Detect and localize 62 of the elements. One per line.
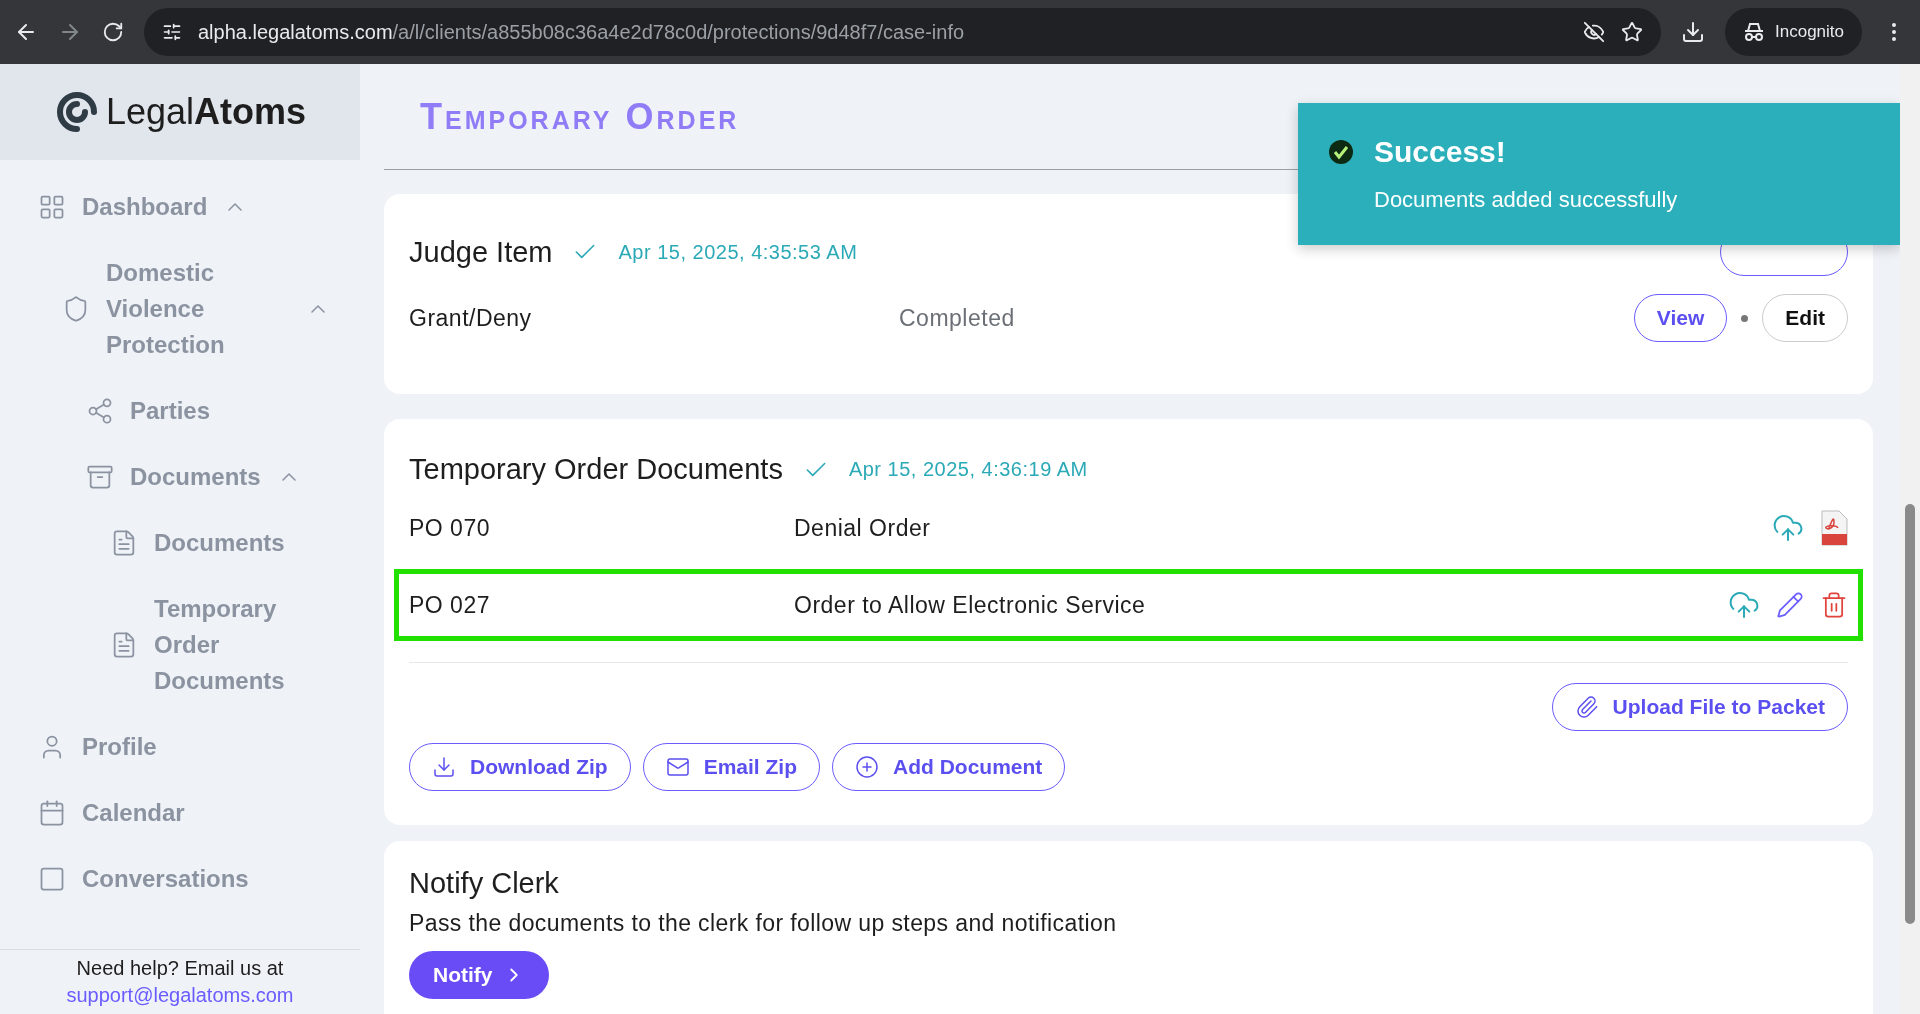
toast-title: Success! bbox=[1374, 135, 1900, 169]
cloud-upload-icon[interactable] bbox=[1772, 512, 1804, 544]
paperclip-icon bbox=[1574, 695, 1599, 719]
item-status: Completed bbox=[899, 304, 1015, 332]
reload-icon[interactable] bbox=[102, 21, 124, 43]
mail-icon bbox=[665, 755, 690, 779]
nav-icon bbox=[86, 463, 114, 491]
nav-icon bbox=[38, 865, 66, 893]
separator-dot bbox=[1741, 314, 1749, 322]
help-text: Need help? Email us at bbox=[76, 957, 284, 980]
plus-icon bbox=[855, 755, 879, 779]
pdf-file-icon bbox=[1820, 510, 1848, 546]
timestamp: Apr 15, 2025, 4:36:19 AM bbox=[848, 458, 1088, 481]
nav-icon bbox=[86, 397, 114, 425]
card-title: Temporary Order Documents bbox=[409, 453, 783, 486]
cloud-upload-icon[interactable] bbox=[1728, 589, 1760, 621]
action-button[interactable]: Download Zip bbox=[409, 743, 631, 791]
action-button[interactable]: Email Zip bbox=[642, 743, 820, 791]
sidebar-item[interactable]: Temporary Order Documents bbox=[0, 576, 360, 714]
document-title: Denial Order bbox=[794, 514, 931, 542]
card-title: Judge Item bbox=[409, 235, 553, 269]
sidebar-item[interactable]: Conversations bbox=[0, 846, 360, 912]
upload-file-button[interactable]: Upload File to Packet bbox=[1551, 683, 1848, 731]
trash-icon[interactable] bbox=[1820, 591, 1848, 619]
document-row[interactable]: PO 070 Denial Order bbox=[409, 486, 1848, 570]
incognito-button[interactable]: Incognito bbox=[1725, 8, 1862, 56]
site-settings-icon[interactable] bbox=[162, 22, 182, 42]
toast-message: Documents added successfully bbox=[1374, 187, 1679, 213]
view-button[interactable]: View bbox=[1633, 294, 1728, 342]
notify-button[interactable]: Notify bbox=[409, 951, 549, 999]
sidebar-item[interactable]: Profile bbox=[0, 714, 360, 780]
incognito-icon bbox=[1743, 21, 1765, 43]
download-icon bbox=[432, 755, 456, 779]
document-title: Order to Allow Electronic Service bbox=[794, 591, 1146, 619]
document-code: PO 027 bbox=[409, 591, 491, 619]
sidebar-item[interactable]: Calendar bbox=[0, 780, 360, 846]
check-circle-icon bbox=[1328, 139, 1354, 165]
logo-text: LegalAtoms bbox=[105, 91, 307, 133]
pencil-icon[interactable] bbox=[1776, 591, 1804, 619]
sidebar-item[interactable]: Documents bbox=[0, 444, 360, 510]
timestamp: Apr 15, 2025, 4:35:53 AM bbox=[618, 240, 858, 264]
action-button[interactable]: Add Document bbox=[832, 743, 1066, 791]
support-email-link[interactable]: support@legalatoms.com bbox=[66, 984, 294, 1007]
address-bar[interactable]: alpha.legalatoms.com/a/l/clients/a855b08c36a4e2d78c0d/protections/9d48f7/case-info bbox=[144, 8, 1661, 56]
sidebar-item[interactable]: Domestic Violence Protection bbox=[0, 240, 360, 378]
document-row[interactable]: PO 027 Order to Allow Electronic Service bbox=[399, 574, 1858, 636]
edit-button[interactable]: Edit bbox=[1762, 294, 1848, 342]
eye-off-icon[interactable] bbox=[1583, 21, 1605, 43]
download-icon[interactable] bbox=[1681, 20, 1705, 44]
item-name: Grant/Deny bbox=[409, 304, 533, 332]
document-code: PO 070 bbox=[409, 514, 491, 542]
nav-icon bbox=[38, 799, 66, 827]
url-text: alpha.legalatoms.com/a/l/clients/a855b08c36a4e2d78c0d/protections/9d48f7/case-info bbox=[198, 20, 966, 44]
nav-icon bbox=[38, 193, 66, 221]
card-description: Pass the documents to the clerk for follow up steps and notification bbox=[409, 910, 1118, 937]
scrollbar-thumb[interactable] bbox=[1905, 504, 1915, 924]
sidebar-item[interactable]: Parties bbox=[0, 378, 360, 444]
sidebar-item[interactable]: Dashboard bbox=[0, 174, 360, 240]
card-title: Notify Clerk bbox=[409, 867, 559, 899]
star-icon[interactable] bbox=[1621, 21, 1643, 43]
sidebar-item[interactable]: Documents bbox=[0, 510, 360, 576]
page-title: Temporary Order bbox=[420, 95, 740, 138]
